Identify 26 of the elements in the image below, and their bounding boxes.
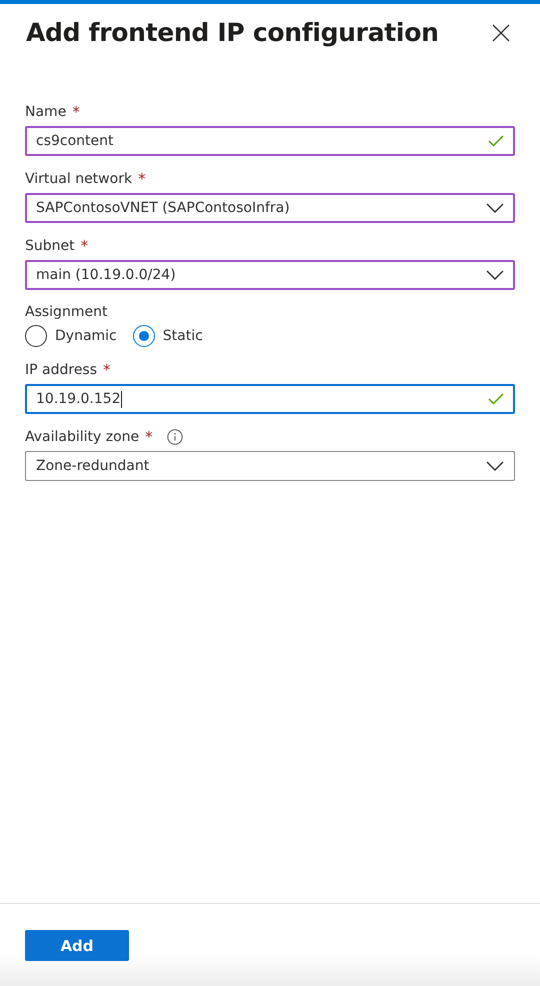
dropdown-field[interactable]: Zone-redundant bbox=[25, 451, 515, 481]
panel-title: Add frontend IP configuration bbox=[26, 18, 439, 47]
field-label: IP address bbox=[25, 362, 98, 378]
required-mark: * bbox=[103, 361, 111, 379]
required-mark: * bbox=[138, 170, 146, 188]
radio-option[interactable]: Static bbox=[132, 325, 203, 347]
field-label: Availability zone bbox=[25, 429, 140, 445]
chevron-down-icon bbox=[486, 270, 504, 280]
checkmark-icon bbox=[488, 135, 504, 147]
radio-option[interactable]: Dynamic bbox=[25, 325, 117, 347]
chevron-down-icon bbox=[486, 203, 504, 213]
input-field[interactable]: 10.19.0.152 bbox=[25, 384, 515, 414]
add-button[interactable]: Add bbox=[25, 930, 129, 961]
field-label: Name bbox=[25, 104, 66, 120]
info-icon[interactable] bbox=[166, 429, 183, 445]
required-mark: * bbox=[80, 237, 88, 255]
required-mark: * bbox=[145, 428, 153, 446]
dropdown-field[interactable]: main (10.19.0.0/24) bbox=[25, 260, 515, 290]
field-label: Assignment bbox=[25, 304, 108, 320]
field-label: Virtual network bbox=[25, 171, 132, 187]
checkmark-icon bbox=[488, 393, 504, 405]
dropdown-field[interactable]: SAPContosoVNET (SAPContosoInfra) bbox=[25, 193, 515, 223]
field-label: Subnet bbox=[25, 238, 75, 254]
input-field[interactable]: cs9content bbox=[25, 126, 515, 156]
chevron-down-icon bbox=[486, 461, 504, 471]
required-mark: * bbox=[72, 103, 80, 121]
